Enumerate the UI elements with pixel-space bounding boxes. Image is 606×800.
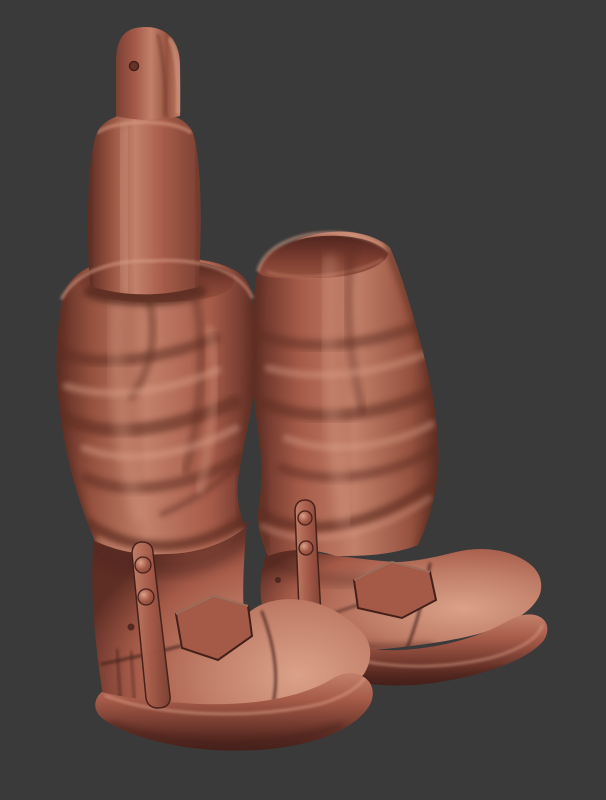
sculpt-viewport[interactable] (0, 0, 606, 800)
left-rivet-bottom (138, 589, 154, 605)
left-rivet-dot (128, 624, 134, 630)
left-rivet-top (135, 557, 151, 573)
right-rivet-dot (276, 578, 281, 583)
canvas[interactable] (0, 0, 606, 800)
tree-sheen (122, 130, 126, 290)
tab-hanging-hole (130, 62, 139, 71)
right-rivet-bottom (299, 541, 313, 555)
right-rivet-top (298, 511, 312, 525)
